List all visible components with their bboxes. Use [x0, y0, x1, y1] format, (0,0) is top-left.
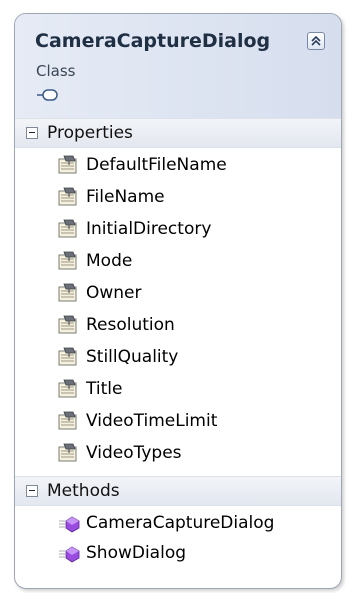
section-label: Properties: [47, 123, 133, 143]
member-label: StillQuality: [86, 347, 179, 367]
collapse-shape-button[interactable]: [307, 32, 325, 50]
member-label: InitialDirectory: [86, 219, 212, 239]
property-icon: [58, 251, 77, 270]
member-label: VideoTimeLimit: [86, 411, 218, 431]
member-row[interactable]: StillQuality: [15, 342, 341, 374]
section-header-properties[interactable]: Properties: [15, 118, 341, 148]
member-row[interactable]: CameraCaptureDialog: [15, 508, 341, 540]
member-row[interactable]: Resolution: [15, 310, 341, 342]
property-icon: [58, 347, 77, 366]
member-row[interactable]: Title: [15, 374, 341, 406]
property-icon: [58, 379, 77, 398]
member-row[interactable]: Owner: [15, 278, 341, 310]
property-icon: [58, 187, 77, 206]
property-icon: [58, 155, 77, 174]
property-icon: [58, 315, 77, 334]
member-label: DefaultFileName: [86, 155, 227, 175]
member-row[interactable]: VideoTypes: [15, 438, 341, 470]
method-icon: [59, 516, 80, 533]
member-row[interactable]: FileName: [15, 182, 341, 214]
class-inheritance-icon: [37, 89, 58, 101]
member-row[interactable]: DefaultFileName: [15, 150, 341, 182]
member-label: Mode: [86, 251, 133, 271]
collapse-toggle-icon[interactable]: [26, 127, 38, 139]
member-label: VideoTypes: [86, 443, 182, 463]
section-header-methods[interactable]: Methods: [15, 476, 341, 506]
member-label: ShowDialog: [86, 543, 187, 563]
property-icon: [58, 283, 77, 302]
double-chevron-up-icon: [311, 35, 321, 46]
collapse-toggle-icon[interactable]: [26, 485, 38, 497]
member-row[interactable]: InitialDirectory: [15, 214, 341, 246]
member-label: FileName: [86, 187, 165, 207]
property-icon: [58, 219, 77, 238]
class-diagram-shape[interactable]: CameraCaptureDialog Class Properties Def…: [14, 13, 342, 589]
member-label: Resolution: [86, 315, 175, 335]
member-label: CameraCaptureDialog: [86, 513, 275, 533]
property-icon: [58, 411, 77, 430]
member-row[interactable]: Mode: [15, 246, 341, 278]
member-row[interactable]: ShowDialog: [15, 538, 341, 570]
member-row[interactable]: VideoTimeLimit: [15, 406, 341, 438]
member-label: Owner: [86, 283, 142, 303]
member-label: Title: [86, 379, 123, 399]
class-header[interactable]: CameraCaptureDialog Class: [15, 14, 341, 119]
property-icon: [58, 443, 77, 462]
class-kind-label: Class: [36, 62, 76, 80]
method-icon: [59, 546, 80, 563]
section-label: Methods: [47, 481, 120, 501]
class-name: CameraCaptureDialog: [35, 30, 271, 52]
